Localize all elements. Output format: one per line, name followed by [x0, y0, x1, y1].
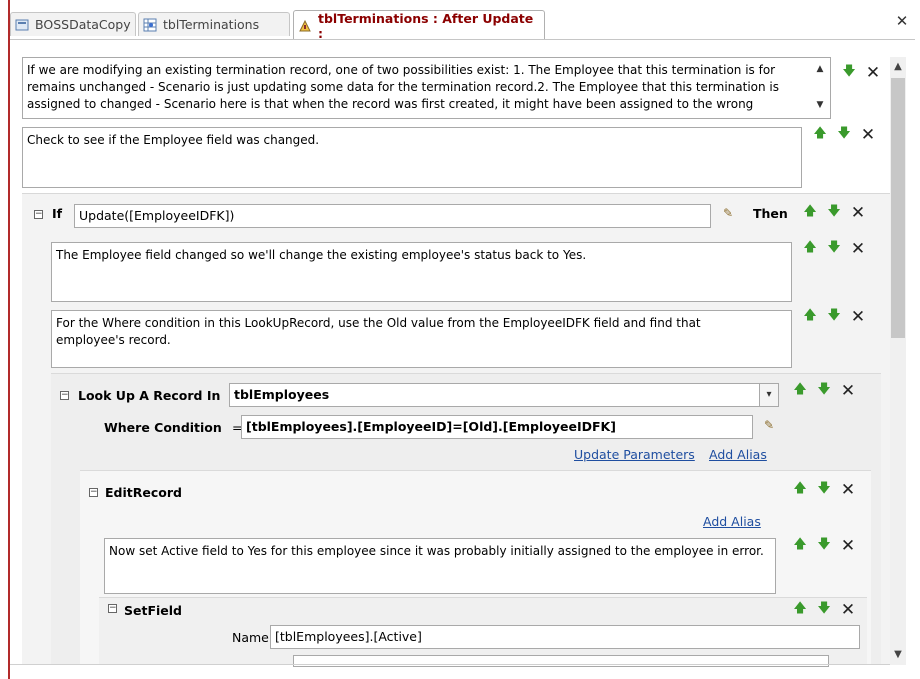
delete-icon[interactable]: ✕ [836, 536, 860, 556]
move-down-icon[interactable]: 🡇 [812, 479, 836, 501]
move-down-icon[interactable]: 🡇 [837, 62, 861, 84]
form-icon [15, 18, 29, 32]
setfield-name-label: Name [232, 630, 269, 645]
comment-text: The Employee field changed so we'll chan… [56, 248, 587, 262]
document-tab-strip: BOSSDataCopy tblTerminations tblTerminat… [10, 8, 915, 41]
tab-baseline [10, 39, 915, 40]
editrecord-tools: 🡅 🡇 ✕ [788, 479, 860, 501]
move-down-icon[interactable]: 🡇 [822, 306, 846, 328]
delete-icon[interactable]: ✕ [836, 600, 860, 620]
scrollbar-thumb[interactable] [891, 78, 905, 338]
editrecord-label: EditRecord [105, 485, 182, 500]
collapse-editrecord-icon[interactable]: − [89, 488, 98, 497]
move-down-icon[interactable]: 🡇 [832, 124, 856, 146]
comment-check-tools: 🡅 🡇 ✕ [808, 124, 880, 146]
if-comment-status-tools: 🡅 🡇 ✕ [798, 238, 870, 260]
expression-builder-icon[interactable]: ✎ [764, 418, 774, 432]
macro-comment-top[interactable]: If we are modifying an existing terminat… [22, 57, 831, 119]
if-comment-where-tools: 🡅 🡇 ✕ [798, 306, 870, 328]
macro-comment-check[interactable]: Check to see if the Employee field was c… [22, 127, 802, 188]
editrecord-comment[interactable]: Now set Active field to Yes for this emp… [104, 538, 776, 594]
comment-text: For the Where condition in this LookUpRe… [56, 316, 701, 347]
tab-label: tblTerminations : After Update : [318, 10, 534, 41]
update-parameters-link[interactable]: Update Parameters [574, 447, 695, 462]
move-up-icon[interactable]: 🡅 [808, 124, 832, 146]
where-condition-label: Where Condition [104, 420, 222, 435]
add-alias-link[interactable]: Add Alias [703, 514, 761, 529]
setfield-value-input[interactable] [293, 655, 829, 667]
if-block-tools: 🡅 🡇 ✕ [798, 202, 870, 224]
move-down-icon[interactable]: 🡇 [812, 535, 836, 557]
comment-text: If we are modifying an existing terminat… [27, 63, 780, 111]
delete-icon[interactable]: ✕ [861, 63, 885, 83]
move-up-icon[interactable]: 🡅 [788, 380, 812, 402]
dropdown-arrow-icon[interactable]: ▾ [759, 383, 779, 407]
delete-icon[interactable]: ✕ [846, 239, 870, 259]
move-up-icon[interactable]: 🡅 [798, 202, 822, 224]
setfield-tools: 🡅 🡇 ✕ [788, 599, 860, 621]
tab-tblterminations[interactable]: tblTerminations [138, 12, 290, 36]
collapse-lookup-icon[interactable]: − [60, 391, 69, 400]
if-comment-status[interactable]: The Employee field changed so we'll chan… [51, 242, 792, 302]
comment-top-tools: 🡇 ✕ [837, 62, 885, 84]
if-keyword: If [52, 206, 63, 221]
move-down-icon[interactable]: 🡇 [822, 202, 846, 224]
setfield-name-input[interactable]: [tblEmployees].[Active] [270, 625, 860, 649]
expression-builder-icon[interactable]: ✎ [723, 206, 733, 220]
tab-after-update-macro[interactable]: tblTerminations : After Update : [293, 10, 545, 41]
table-icon [143, 18, 157, 32]
data-macro-icon [298, 19, 312, 33]
scroll-up-icon[interactable]: ▲ [891, 58, 905, 76]
move-up-icon[interactable]: 🡅 [788, 599, 812, 621]
delete-icon[interactable]: ✕ [836, 480, 860, 500]
delete-icon[interactable]: ✕ [846, 203, 870, 223]
then-keyword: Then [753, 206, 788, 221]
window-left-border [8, 0, 10, 679]
setfield-label: SetField [124, 603, 182, 618]
collapse-if-icon[interactable]: − [34, 210, 43, 219]
tab-label: tblTerminations [163, 17, 260, 32]
move-down-icon[interactable]: 🡇 [822, 238, 846, 260]
move-up-icon[interactable]: 🡅 [798, 238, 822, 260]
move-up-icon[interactable]: 🡅 [788, 535, 812, 557]
where-condition-input[interactable]: [tblEmployees].[EmployeeID]=[Old].[Emplo… [241, 415, 753, 439]
collapse-setfield-icon[interactable]: − [108, 604, 117, 613]
delete-icon[interactable]: ✕ [846, 307, 870, 327]
move-up-icon[interactable]: 🡅 [798, 306, 822, 328]
close-tab-icon[interactable]: ✕ [894, 12, 910, 30]
lookup-label: Look Up A Record In [78, 388, 221, 403]
comment-text: Check to see if the Employee field was c… [27, 133, 320, 147]
comment-scroll-down-icon[interactable]: ▼ [812, 100, 828, 114]
lookup-table-select[interactable]: tblEmployees [229, 383, 764, 407]
move-down-icon[interactable]: 🡇 [812, 599, 836, 621]
move-up-icon[interactable]: 🡅 [788, 479, 812, 501]
bottom-divider [10, 664, 890, 665]
comment-text: Now set Active field to Yes for this emp… [109, 544, 764, 558]
delete-icon[interactable]: ✕ [836, 381, 860, 401]
if-comment-where[interactable]: For the Where condition in this LookUpRe… [51, 310, 792, 368]
delete-icon[interactable]: ✕ [856, 125, 880, 145]
lookup-tools: 🡅 🡇 ✕ [788, 380, 860, 402]
comment-scroll-up-icon[interactable]: ▲ [812, 64, 828, 78]
move-down-icon[interactable]: 🡇 [812, 380, 836, 402]
tab-label: BOSSDataCopy [35, 17, 131, 32]
tab-bossdatacopy[interactable]: BOSSDataCopy [10, 12, 136, 36]
editrecord-comment-tools: 🡅 🡇 ✕ [788, 535, 860, 557]
add-alias-link[interactable]: Add Alias [709, 447, 767, 462]
if-condition-input[interactable]: Update([EmployeeIDFK]) [74, 204, 711, 228]
scroll-down-icon[interactable]: ▼ [891, 646, 905, 664]
